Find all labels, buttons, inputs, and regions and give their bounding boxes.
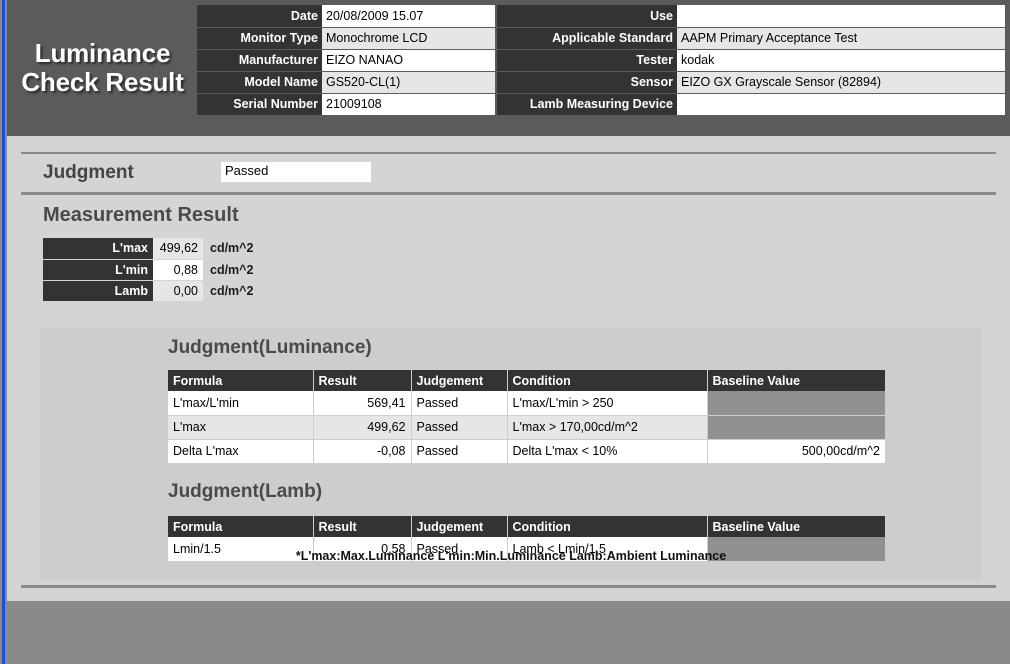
measurement-result-table: L'max 499,62 cd/m^2 L'min 0,88 cd/m^2 La… <box>43 238 259 302</box>
col-result: Result <box>313 370 412 391</box>
cell-result: 569,41 <box>313 391 412 415</box>
header-label-tester: Tester <box>497 49 677 71</box>
header-row-lamb-measuring-device: Lamb Measuring Device <box>497 93 1005 115</box>
measure-unit-lmin: cd/m^2 <box>210 262 254 277</box>
measure-unit-lmax: cd/m^2 <box>210 241 254 256</box>
measure-key-lmin: L'min <box>43 259 153 280</box>
table-row: Lamb 0,00 cd/m^2 <box>43 280 259 301</box>
measure-value-lamb: 0,00 <box>153 280 203 301</box>
header-value-use <box>677 5 1005 27</box>
header-value-lamb-measuring-device <box>677 93 1005 115</box>
header-value-manufacturer: EIZO NANAO <box>322 49 495 71</box>
header-label-use: Use <box>497 5 677 27</box>
table-row: L'max 499,62 cd/m^2 <box>43 238 259 259</box>
col-formula: Formula <box>168 516 314 537</box>
col-formula: Formula <box>168 370 314 391</box>
header-row-use: Use <box>497 5 1005 27</box>
col-result: Result <box>313 516 412 537</box>
header-value-model-name: GS520-CL(1) <box>322 71 495 93</box>
header-row-applicable-standard: Applicable Standard AAPM Primary Accepta… <box>497 27 1005 49</box>
measure-key-lmax: L'max <box>43 238 153 259</box>
header-row-manufacturer: Manufacturer EIZO NANAO <box>197 49 495 71</box>
measure-value-lmax: 499,62 <box>153 238 203 259</box>
cell-baseline <box>707 391 885 415</box>
header-value-applicable-standard: AAPM Primary Acceptance Test <box>677 27 1005 49</box>
title-line-1: Luminance <box>34 37 171 68</box>
header-label-sensor: Sensor <box>497 71 677 93</box>
footnote-text: *L'max:Max.Luminance L'min:Min.Luminance… <box>295 549 727 563</box>
header-label-date: Date <box>197 5 322 27</box>
header-row-sensor: Sensor EIZO GX Grayscale Sensor (82894) <box>497 71 1005 93</box>
cell-judgement: Passed <box>411 391 508 415</box>
header-value-tester: kodak <box>677 49 1005 71</box>
judgment-luminance-title: Judgment(Luminance) <box>168 337 372 358</box>
measure-unit-lamb: cd/m^2 <box>210 283 254 298</box>
header-row-tester: Tester kodak <box>497 49 1005 71</box>
col-condition: Condition <box>507 516 708 537</box>
header-row-date: Date 20/08/2009 15.07 <box>197 5 495 27</box>
header-row-monitor-type: Monitor Type Monochrome LCD <box>197 27 495 49</box>
cell-condition: L'max > 170,00cd/m^2 <box>507 415 708 439</box>
blue-accent-line <box>2 0 5 664</box>
table-header-row: Formula Result Judgement Condition Basel… <box>168 516 885 537</box>
header-value-serial-number: 21009108 <box>322 93 495 115</box>
cell-condition: L'max/L'min > 250 <box>507 391 708 415</box>
table-header-row: Formula Result Judgement Condition Basel… <box>168 370 885 391</box>
table-row: L'max 499,62 Passed L'max > 170,00cd/m^2 <box>168 415 885 439</box>
header-info-table-right: Use Applicable Standard AAPM Primary Acc… <box>497 5 1005 116</box>
cell-result: -0,08 <box>313 439 412 463</box>
header-value-sensor: EIZO GX Grayscale Sensor (82894) <box>677 71 1005 93</box>
header-row-serial-number: Serial Number 21009108 <box>197 93 495 115</box>
cell-baseline <box>707 415 885 439</box>
header-label-monitor-type: Monitor Type <box>197 27 322 49</box>
cell-formula: L'max/L'min <box>168 391 314 415</box>
bottom-strip <box>7 601 1010 664</box>
header-value-date: 20/08/2009 15.07 <box>322 5 495 27</box>
cell-result: 499,62 <box>313 415 412 439</box>
col-baseline-value: Baseline Value <box>707 516 885 537</box>
left-blue-rail <box>0 0 7 664</box>
judgment-label: Judgment <box>43 162 134 183</box>
header-info-table-left: Date 20/08/2009 15.07 Monitor Type Monoc… <box>197 5 495 116</box>
table-row: Delta L'max -0,08 Passed Delta L'max < 1… <box>168 439 885 463</box>
judgment-luminance-table: Formula Result Judgement Condition Basel… <box>168 370 885 464</box>
header-label-model-name: Model Name <box>197 71 322 93</box>
judgment-status-badge: Passed <box>221 162 371 182</box>
table-row: L'max/L'min 569,41 Passed L'max/L'min > … <box>168 391 885 415</box>
cell-judgement: Passed <box>411 415 508 439</box>
measurement-result-panel: Measurement Result L'max 499,62 cd/m^2 L… <box>21 196 996 588</box>
measure-value-lmin: 0,88 <box>153 259 203 280</box>
judgment-panel: Judgment Passed <box>21 152 996 195</box>
cell-formula: L'max <box>168 415 314 439</box>
judgment-lamb-title: Judgment(Lamb) <box>168 481 323 502</box>
header-label-applicable-standard: Applicable Standard <box>497 27 677 49</box>
header-label-manufacturer: Manufacturer <box>197 49 322 71</box>
cell-baseline: 500,00cd/m^2 <box>801 444 880 458</box>
measurement-result-title: Measurement Result <box>43 204 239 226</box>
title-line-2: Check Result <box>21 67 184 97</box>
col-baseline-value: Baseline Value <box>707 370 885 391</box>
col-judgement: Judgement <box>411 370 508 391</box>
measure-key-lamb: Lamb <box>43 280 153 301</box>
cell-judgement: Passed <box>411 439 508 463</box>
page-title: Luminance Check Result <box>11 4 194 132</box>
table-row: L'min 0,88 cd/m^2 <box>43 259 259 280</box>
cell-formula: Delta L'max <box>168 439 314 463</box>
col-condition: Condition <box>507 370 708 391</box>
judgment-details-panel: Judgment(Luminance) Formula Result Judge… <box>40 328 982 580</box>
header-value-monitor-type: Monochrome LCD <box>322 27 495 49</box>
header-label-serial-number: Serial Number <box>197 93 322 115</box>
report-header: Luminance Check Result Date 20/08/2009 1… <box>7 0 1010 136</box>
cell-condition: Delta L'max < 10% <box>507 439 708 463</box>
report-page: Luminance Check Result Date 20/08/2009 1… <box>7 0 1010 601</box>
header-label-lamb-measuring-device: Lamb Measuring Device <box>497 93 677 115</box>
col-judgement: Judgement <box>411 516 508 537</box>
header-row-model-name: Model Name GS520-CL(1) <box>197 71 495 93</box>
